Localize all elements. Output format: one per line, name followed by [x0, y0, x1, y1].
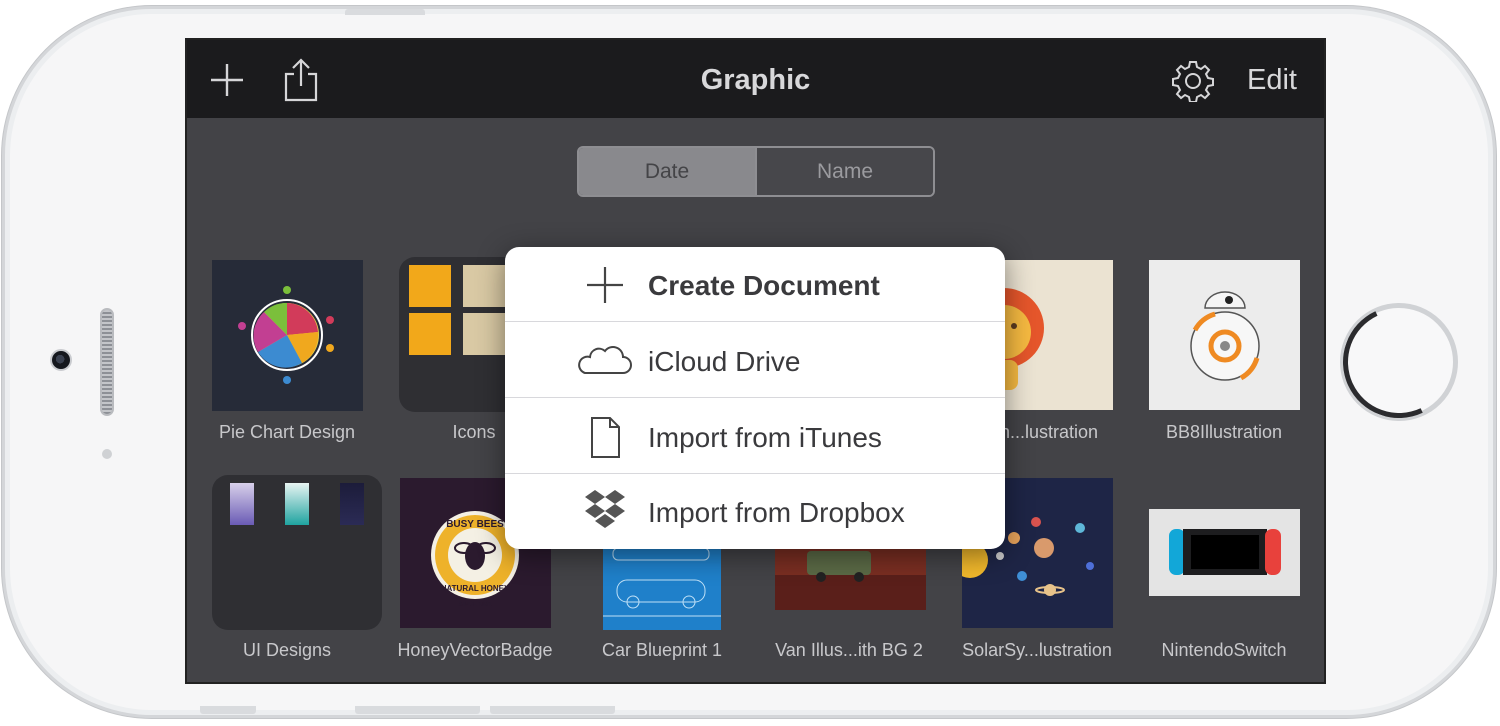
- document-name: Pie Chart Design: [218, 422, 356, 442]
- folder-name: UI Designs: [242, 640, 332, 660]
- screen-preview: [340, 483, 364, 525]
- document-icon: [591, 417, 620, 458]
- pie-chart-thumbnail: [212, 260, 363, 411]
- document-name: Car Blueprint 1: [601, 640, 723, 660]
- icon-preview: [463, 265, 505, 307]
- document-name: BB8Illustration: [1165, 422, 1283, 442]
- menu-item-label: Import from iTunes: [648, 422, 882, 453]
- screen-preview: [230, 483, 254, 525]
- nintendo-switch-thumbnail: [1149, 509, 1300, 596]
- sort-by-date-segment[interactable]: Date: [579, 148, 755, 195]
- navigation-bar: Graphic Edit: [187, 40, 1324, 118]
- document-name: HoneyVectorBadge: [397, 640, 553, 660]
- speaker-grille: [100, 308, 114, 416]
- icon-preview: [463, 313, 505, 355]
- create-document-menu-item[interactable]: Create Document: [505, 247, 1005, 322]
- import-itunes-menu-item[interactable]: Import from iTunes: [505, 399, 1005, 474]
- device-top-button: [345, 9, 425, 15]
- menu-item-label: iCloud Drive: [648, 346, 801, 377]
- ui-designs-folder-thumbnail: [212, 475, 382, 630]
- document-name: SolarSy...lustration: [962, 640, 1112, 660]
- add-document-popover: Create Document iCloud Drive Import from…: [505, 247, 1005, 549]
- plus-icon[interactable]: [209, 62, 245, 98]
- gear-icon[interactable]: [1172, 60, 1214, 102]
- screen-preview: [285, 483, 309, 525]
- bb8-thumbnail: [1149, 260, 1300, 410]
- import-dropbox-menu-item[interactable]: Import from Dropbox: [505, 474, 1005, 549]
- front-camera: [50, 349, 72, 371]
- badge-bottom-text: NATURAL HONEY: [441, 584, 510, 593]
- share-icon[interactable]: [284, 58, 318, 102]
- proximity-sensor: [102, 449, 112, 459]
- sort-segmented-control: Date Name: [577, 146, 935, 197]
- cloud-icon: [578, 346, 632, 374]
- car-blueprint-thumbnail: [603, 540, 721, 630]
- badge-top-text: BUSY BEES: [446, 519, 504, 530]
- device-bottom-button: [355, 706, 480, 714]
- page-title: Graphic: [700, 64, 811, 96]
- dropbox-icon: [585, 490, 625, 528]
- sort-by-name-segment[interactable]: Name: [755, 148, 933, 195]
- document-name: Van Illus...ith BG 2: [775, 640, 923, 660]
- plus-icon: [587, 267, 623, 303]
- device-bottom-button: [490, 706, 615, 714]
- menu-item-label: Import from Dropbox: [648, 497, 905, 528]
- badge-since-text: SINCE 1891: [458, 602, 492, 608]
- edit-button[interactable]: Edit: [1247, 40, 1297, 118]
- van-illustration-thumbnail: [775, 545, 926, 610]
- device-bottom-button: [200, 706, 256, 714]
- icon-preview: [409, 265, 451, 307]
- menu-item-label: Create Document: [648, 270, 880, 301]
- icloud-drive-menu-item[interactable]: iCloud Drive: [505, 323, 1005, 398]
- icon-preview: [409, 313, 451, 355]
- document-name: NintendoSwitch: [1161, 640, 1287, 660]
